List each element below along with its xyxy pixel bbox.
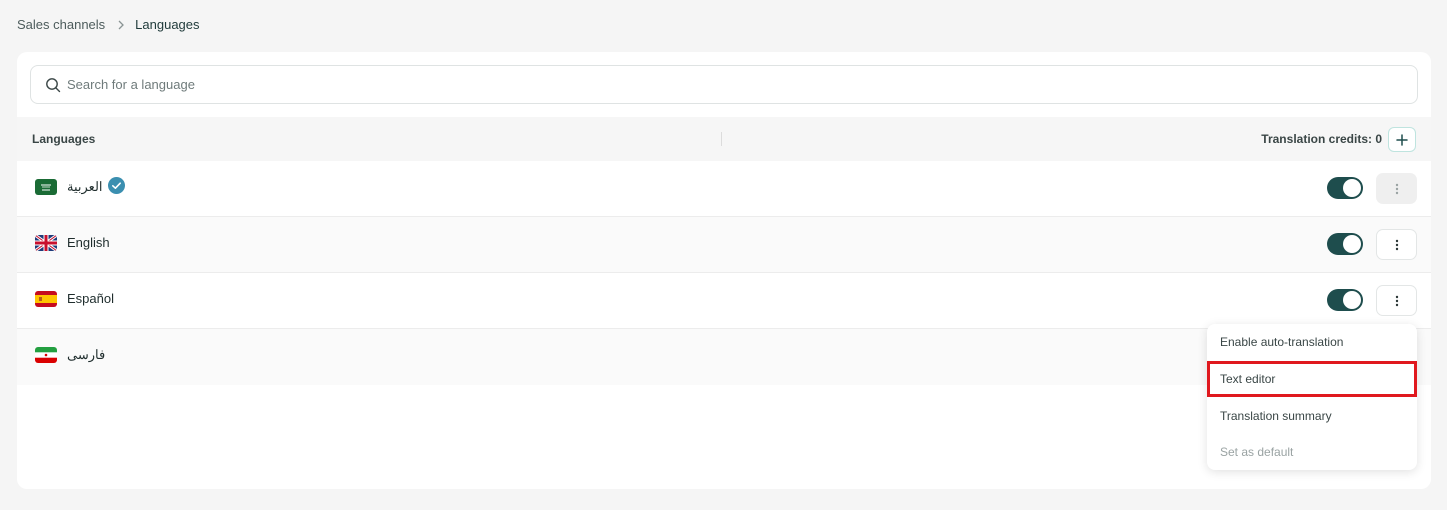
toggle-knob <box>1343 291 1361 309</box>
language-name: Español <box>67 291 114 306</box>
more-options-button[interactable] <box>1376 173 1417 204</box>
default-language-check-icon <box>108 177 125 194</box>
language-name: فارسی <box>67 347 106 362</box>
language-row-english: English <box>17 217 1431 273</box>
toggle-knob <box>1343 179 1361 197</box>
search-input[interactable] <box>67 77 1367 92</box>
breadcrumb-languages: Languages <box>135 17 200 32</box>
language-name: العربية <box>67 179 103 194</box>
iran-flag-icon <box>35 347 57 363</box>
language-enabled-toggle[interactable] <box>1327 177 1363 199</box>
more-options-button[interactable] <box>1376 285 1417 316</box>
search-box[interactable] <box>30 65 1418 104</box>
language-name: English <box>67 235 110 250</box>
language-row-spanish: Español <box>17 273 1431 329</box>
menu-item-text-editor[interactable]: Text editor <box>1207 361 1417 397</box>
menu-item-enable-auto-translation[interactable]: Enable auto-translation <box>1207 324 1417 360</box>
language-row-arabic: العربية <box>17 161 1431 217</box>
add-credits-button[interactable] <box>1388 127 1416 152</box>
saudi-arabia-flag-icon <box>35 179 57 195</box>
breadcrumb: Sales channels Languages <box>17 17 200 32</box>
search-icon <box>45 77 61 93</box>
menu-item-translation-summary[interactable]: Translation summary <box>1207 398 1417 434</box>
translation-credits: Translation credits: 0 <box>1261 132 1382 146</box>
language-enabled-toggle[interactable] <box>1327 233 1363 255</box>
plus-icon <box>1396 133 1408 146</box>
more-vertical-icon <box>1395 183 1398 194</box>
uk-flag-icon <box>35 235 57 251</box>
more-vertical-icon <box>1395 295 1398 306</box>
chevron-right-icon <box>117 20 125 30</box>
column-divider <box>721 132 722 146</box>
column-header-languages: Languages <box>32 132 96 146</box>
more-vertical-icon <box>1395 239 1398 250</box>
spain-flag-icon <box>35 291 57 307</box>
more-options-button[interactable] <box>1376 229 1417 260</box>
menu-item-set-as-default[interactable]: Set as default <box>1207 434 1417 470</box>
language-enabled-toggle[interactable] <box>1327 289 1363 311</box>
breadcrumb-sales-channels[interactable]: Sales channels <box>17 17 105 32</box>
table-header: Languages Translation credits: 0 <box>17 117 1431 161</box>
language-options-menu: Enable auto-translation Text editor Tran… <box>1207 324 1417 470</box>
toggle-knob <box>1343 235 1361 253</box>
